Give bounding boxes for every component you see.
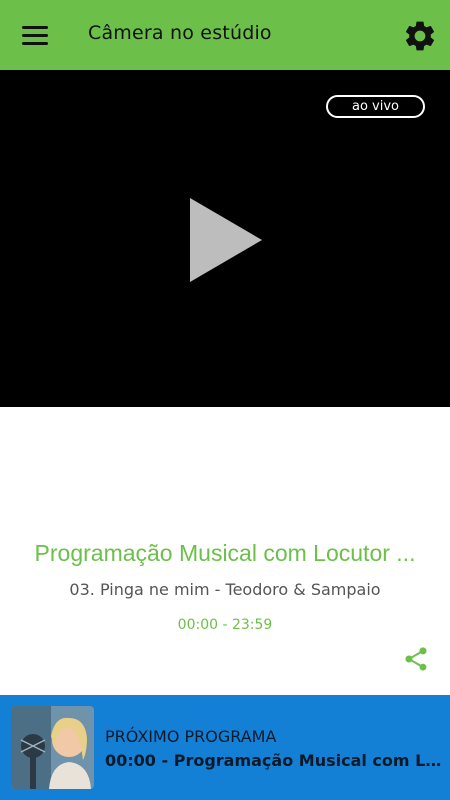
play-icon[interactable] xyxy=(186,198,266,282)
gear-icon[interactable] xyxy=(402,18,438,54)
next-program-bar[interactable]: PRÓXIMO PROGRAMA 00:00 - Programação Mus… xyxy=(0,695,450,800)
page-title: Câmera no estúdio xyxy=(88,22,272,44)
current-song: 03. Pinga ne mim - Teodoro & Sampaio xyxy=(69,580,381,599)
menu-button[interactable] xyxy=(20,24,50,48)
menu-line xyxy=(22,26,48,29)
menu-line xyxy=(22,34,48,37)
app-bar: Câmera no estúdio xyxy=(0,0,450,70)
program-time: 00:00 - 23:59 xyxy=(177,617,273,633)
next-program-title: 00:00 - Programação Musical com Locu.. xyxy=(105,751,450,770)
program-title: Programação Musical com Locutor ... xyxy=(34,540,416,566)
share-icon[interactable] xyxy=(402,645,430,673)
live-badge: ao vivo xyxy=(326,95,425,118)
video-player[interactable]: ao vivo xyxy=(0,70,450,407)
next-program-label: PRÓXIMO PROGRAMA xyxy=(105,727,277,746)
menu-line xyxy=(22,42,48,45)
next-program-thumbnail xyxy=(11,706,94,789)
